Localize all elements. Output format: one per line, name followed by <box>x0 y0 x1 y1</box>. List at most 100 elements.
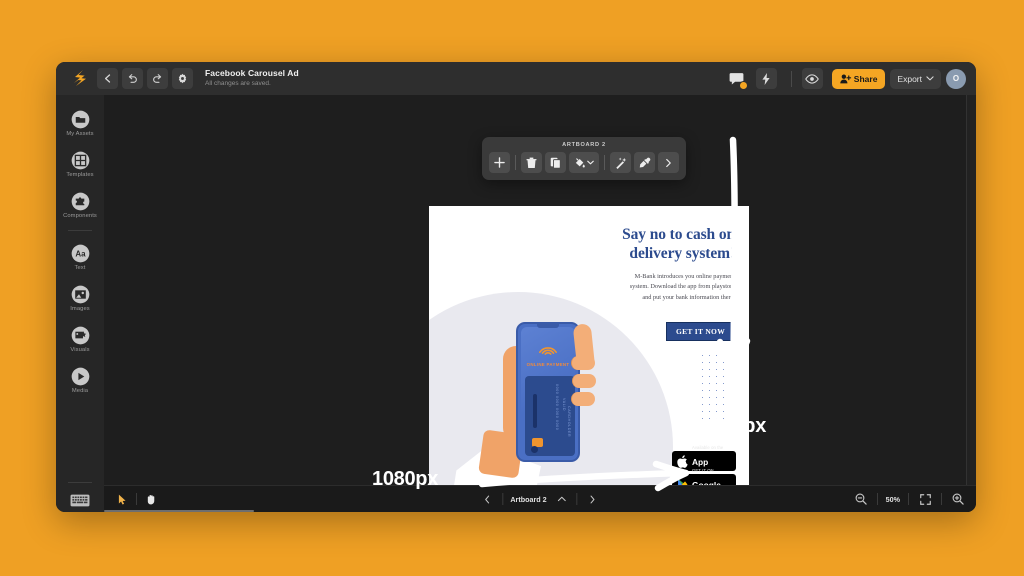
sidebar-label: Components <box>63 213 97 219</box>
play-circle-icon <box>70 366 90 386</box>
sidebar-divider <box>68 482 92 483</box>
preview-eye-button[interactable] <box>801 68 823 89</box>
bottombar-divider <box>908 493 909 505</box>
sidebar-label: My Assets <box>66 131 94 137</box>
card-valid: VALID <box>562 398 566 412</box>
hand-tool-icon[interactable] <box>143 491 159 507</box>
magic-wand-button[interactable] <box>610 152 631 173</box>
sidebar-label: Images <box>70 306 90 312</box>
phone-label: ONLINE PAYMENT <box>526 362 570 367</box>
cursor-arrow-icon[interactable] <box>114 491 130 507</box>
current-artboard-label[interactable]: Artboard 2 <box>510 495 546 504</box>
eyedropper-button[interactable] <box>634 152 655 173</box>
undo-button[interactable] <box>122 68 143 89</box>
toolbar-divider <box>604 155 605 170</box>
keyboard-icon[interactable] <box>70 490 90 510</box>
document-title: Facebook Carousel Ad <box>205 68 299 79</box>
apple-logo-icon <box>677 454 688 468</box>
comment-notification-dot <box>738 80 748 90</box>
horizontal-dimension-label: 1080px <box>372 468 439 490</box>
zoom-controls: 50% <box>853 491 966 507</box>
puzzle-icon <box>70 191 90 211</box>
sidebar-bottom <box>56 479 104 512</box>
artboard-context-toolbar: ARTBOARD 2 <box>482 137 686 180</box>
zoom-in-icon[interactable] <box>950 491 966 507</box>
bottombar-divider <box>876 493 878 505</box>
redo-button[interactable] <box>147 68 168 89</box>
card-dot <box>531 446 538 453</box>
lightning-s-logo-icon[interactable] <box>68 68 90 90</box>
next-artboard-button[interactable] <box>585 491 601 507</box>
prev-artboard-button[interactable] <box>479 491 495 507</box>
export-label: Export <box>897 73 922 84</box>
fill-color-button[interactable] <box>569 152 599 173</box>
design-editor-window: Facebook Carousel Ad All changes are sav… <box>56 62 976 512</box>
sidebar-label: Visuals <box>70 347 90 353</box>
person-plus-icon <box>840 74 851 84</box>
design-canvas[interactable]: Say no to cash on delivery system! M-Ban… <box>104 95 966 512</box>
fit-to-screen-icon[interactable] <box>917 491 933 507</box>
sidebar-label: Text <box>74 265 86 271</box>
bottombar-divider <box>941 493 942 505</box>
sidebar-item-media[interactable]: Media <box>56 361 104 397</box>
top-toolbar: Facebook Carousel Ad All changes are sav… <box>56 62 976 95</box>
settings-button[interactable] <box>172 68 193 89</box>
vertical-dimension-label: 1080px <box>700 415 767 437</box>
horizontal-scrollbar[interactable] <box>104 509 254 512</box>
sticker-icon <box>70 325 90 345</box>
ad-body-text: M-Bank introduces you online payment sys… <box>557 272 735 303</box>
headline-line-1: Say no to cash on <box>622 226 735 243</box>
bottombar-divider <box>136 493 137 505</box>
chevron-down-icon <box>926 76 934 81</box>
context-toolbar-buttons <box>489 152 679 173</box>
sidebar-item-images[interactable]: Images <box>56 279 104 315</box>
sidebar-item-visuals[interactable]: Visuals <box>56 320 104 356</box>
document-info: Facebook Carousel Ad All changes are sav… <box>205 68 299 88</box>
cta-button[interactable]: GET IT NOW <box>666 322 735 341</box>
right-panel-rail[interactable] <box>966 95 976 512</box>
more-options-button[interactable] <box>658 152 679 173</box>
tool-selector-group <box>114 491 159 507</box>
comment-bubble-icon[interactable] <box>727 69 748 90</box>
delete-button[interactable] <box>521 152 542 173</box>
google-play-small-text: GET IT ON <box>692 468 714 473</box>
zoom-out-icon[interactable] <box>853 491 869 507</box>
collapse-artboards-button[interactable] <box>554 491 570 507</box>
card-magnetic-stripe <box>533 394 537 428</box>
artboard-2[interactable]: Say no to cash on delivery system! M-Ban… <box>429 206 749 512</box>
folder-icon <box>70 109 90 129</box>
bottombar-divider <box>502 493 504 505</box>
share-label: Share <box>853 73 878 84</box>
back-button[interactable] <box>97 68 118 89</box>
body-line-3: and put your bank information there. <box>642 293 735 301</box>
sidebar-item-my-assets[interactable]: My Assets <box>56 104 104 140</box>
image-icon <box>70 284 90 304</box>
zoom-level-label[interactable]: 50% <box>886 495 900 504</box>
context-toolbar-title: ARTBOARD 2 <box>562 142 606 148</box>
app-store-small-text: Available on the <box>692 445 724 450</box>
export-button[interactable]: Export <box>890 68 941 89</box>
dot-grid-decoration <box>699 352 727 422</box>
duplicate-button[interactable] <box>545 152 566 173</box>
add-artboard-button[interactable] <box>489 152 510 173</box>
share-button[interactable]: Share <box>831 68 886 89</box>
chevron-down-icon[interactable] <box>587 160 594 165</box>
finger-3 <box>571 392 595 406</box>
sidebar-item-text[interactable]: Aa Text <box>56 238 104 274</box>
quick-actions-button[interactable] <box>755 68 777 89</box>
ad-headline: Say no to cash on delivery system! <box>549 226 735 264</box>
avatar[interactable]: O <box>946 68 966 89</box>
bottom-status-bar: Artboard 2 50% <box>104 485 976 512</box>
save-status: All changes are saved. <box>205 80 271 88</box>
topbar-right-actions: Share Export O <box>727 68 968 90</box>
card-holder: CARDHOLDER <box>567 406 571 438</box>
bottombar-divider <box>576 493 578 505</box>
phone-mockup: ONLINE PAYMENT 0000 0000 0000 0000 CARDH… <box>516 322 580 462</box>
finger-2 <box>572 374 596 388</box>
card-number: 0000 0000 0000 0000 <box>555 384 559 431</box>
svg-text:Aa: Aa <box>75 249 86 258</box>
artboard-navigator: Artboard 2 <box>479 491 600 507</box>
left-sidebar: My Assets Templates Components Aa Text I… <box>56 95 104 512</box>
sidebar-item-components[interactable]: Components <box>56 186 104 222</box>
sidebar-item-templates[interactable]: Templates <box>56 145 104 181</box>
